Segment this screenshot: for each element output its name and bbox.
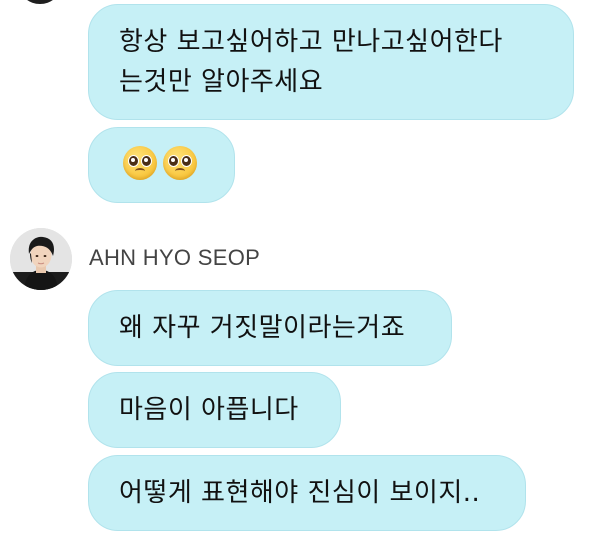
emoji-row [123, 146, 234, 180]
sender-avatar[interactable] [10, 228, 72, 290]
message-text: 마음이 아픕니다 [119, 395, 299, 425]
message-bubble[interactable]: 왜 자꾸 거짓말이라는거죠 [88, 290, 452, 366]
sender-name: AHN HYO SEOP [89, 245, 261, 270]
pleading-face-icon [123, 146, 157, 180]
message-bubble[interactable]: 항상 보고싶어하고 만나고싶어한다 는것만 알아주세요 [88, 4, 574, 120]
message-text: 왜 자꾸 거짓말이라는거죠 [119, 313, 406, 343]
profile-photo-icon [10, 228, 72, 290]
message-bubble[interactable]: 어떻게 표현해야 진심이 보이지.. [88, 455, 526, 531]
message-line: 는것만 알아주세요 [119, 67, 324, 97]
emoji-message-bubble[interactable] [88, 127, 235, 203]
message-text: 어떻게 표현해야 진심이 보이지.. [119, 478, 481, 508]
previous-sender-avatar[interactable] [20, 0, 60, 4]
message-bubble[interactable]: 마음이 아픕니다 [88, 372, 341, 448]
pleading-face-icon [163, 146, 197, 180]
message-line: 항상 보고싶어하고 만나고싶어한다 [119, 27, 503, 57]
